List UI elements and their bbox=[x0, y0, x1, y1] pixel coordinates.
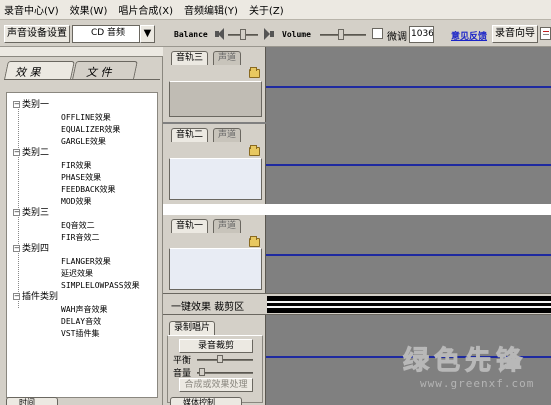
record-panel: 录制唱片 录音裁剪 平衡 音量 合成或效果处理 bbox=[163, 315, 266, 405]
menu-record-center[interactable]: 录音中心(V) bbox=[4, 2, 59, 17]
tree-item[interactable]: EQ音效二 bbox=[61, 220, 95, 231]
balance-label-bottom: 平衡 bbox=[173, 356, 192, 366]
balance-label: Balance bbox=[174, 30, 208, 39]
menu-bar: 录音中心(V) 效果(W) 唱片合成(X) 音频编辑(Y) 关于(Z) bbox=[0, 0, 551, 20]
folder-icon[interactable] bbox=[249, 236, 260, 247]
watermark-url: www.greenxf.com bbox=[420, 377, 535, 390]
track-2-channel-tab[interactable]: 声道 bbox=[213, 128, 242, 142]
track-3-waveform bbox=[266, 86, 551, 88]
track-2-waveform bbox=[266, 164, 551, 166]
dropdown-arrow-icon[interactable]: ▼ bbox=[140, 25, 155, 43]
tree-item[interactable]: SIMPLELOWPASS效果 bbox=[61, 280, 140, 291]
track-2-header: 音轨二 声道 bbox=[163, 124, 266, 204]
tab-media-control[interactable]: 媒体控制 bbox=[170, 397, 242, 405]
effects-tree: − 类别一 OFFLINE效果 EQUALIZER效果 GARGLE效果 − 类别二… bbox=[6, 92, 158, 398]
sound-device-settings-button[interactable]: 声音设备设置 bbox=[4, 25, 70, 43]
record-cut-button[interactable]: 录音裁剪 bbox=[179, 339, 253, 353]
balance-slider-thumb[interactable] bbox=[240, 29, 246, 40]
tree-item[interactable]: FLANGER效果 bbox=[61, 256, 111, 267]
tree-group-4[interactable]: − 类别四 bbox=[13, 244, 49, 255]
tree-item[interactable]: GARGLE效果 bbox=[61, 136, 106, 147]
tree-item[interactable]: EQUALIZER效果 bbox=[61, 124, 120, 135]
menu-about[interactable]: 关于(Z) bbox=[249, 2, 284, 17]
speaker-right-icon bbox=[264, 28, 274, 40]
bottom-volume-slider[interactable] bbox=[197, 372, 253, 374]
speaker-left-icon bbox=[215, 28, 225, 40]
tree-item[interactable]: MOD效果 bbox=[61, 196, 91, 207]
menu-audio-edit[interactable]: 音频编辑(Y) bbox=[184, 2, 238, 17]
bottom-balance-slider[interactable] bbox=[197, 359, 253, 361]
bottom-balance-thumb[interactable] bbox=[217, 355, 223, 363]
tab-files-label: 文 件 bbox=[86, 66, 112, 79]
track-3-tab[interactable]: 音轨三 bbox=[171, 51, 209, 65]
effects-bar: 一键效果 裁剪区 bbox=[163, 293, 551, 315]
tab-effects-label: 效 果 bbox=[15, 66, 41, 79]
tree-item[interactable]: 延迟效果 bbox=[61, 268, 93, 279]
trim-region[interactable] bbox=[267, 296, 551, 313]
fine-tune-checkbox[interactable] bbox=[372, 28, 383, 39]
tree-group-2[interactable]: − 类别二 bbox=[13, 148, 49, 159]
tree-item[interactable]: PHASE效果 bbox=[61, 172, 101, 183]
tree-item[interactable]: VST插件集 bbox=[61, 328, 99, 339]
track-1-display bbox=[169, 248, 262, 290]
volume-label: Volume bbox=[282, 30, 311, 39]
tree-item[interactable]: DELAY音效 bbox=[61, 316, 101, 327]
feedback-link[interactable]: 意见反馈 bbox=[451, 29, 487, 42]
track-divider bbox=[163, 204, 551, 215]
tree-group-5[interactable]: − 插件类别 bbox=[13, 292, 58, 303]
tree-item[interactable]: FIR效果 bbox=[61, 160, 91, 171]
effects-bar-label: 一键效果 裁剪区 bbox=[171, 302, 245, 313]
tree-group-1[interactable]: − 类别一 bbox=[13, 100, 49, 111]
menu-disc-compose[interactable]: 唱片合成(X) bbox=[118, 2, 173, 17]
bottom-volume-thumb[interactable] bbox=[199, 368, 205, 376]
tree-group-3[interactable]: − 类别三 bbox=[13, 208, 49, 219]
tree-item[interactable]: OFFLINE效果 bbox=[61, 112, 111, 123]
track-1-header: 音轨一 声道 bbox=[163, 215, 266, 293]
track-1-channel-tab[interactable]: 声道 bbox=[213, 219, 242, 233]
track-1-waveform bbox=[266, 254, 551, 256]
record-wizard-button[interactable]: 录音向导 bbox=[492, 25, 538, 43]
track-1-tab[interactable]: 音轨一 bbox=[171, 219, 209, 233]
tree-item[interactable]: FIR音效二 bbox=[61, 232, 99, 243]
fine-tune-value-field[interactable]: 1036 bbox=[409, 26, 434, 43]
folder-icon[interactable] bbox=[249, 145, 260, 156]
track-3-display bbox=[169, 81, 262, 117]
toolbar: 声音设备设置 CD 音频 ▼ Balance Volume 微调 1036 意见… bbox=[0, 22, 551, 47]
watermark-title: 绿色先锋 bbox=[402, 346, 528, 377]
left-panel: 效 果 文 件 − 类别一 OFFLINE效果 EQUALIZER效果 GARGL… bbox=[0, 47, 163, 405]
device-select[interactable]: CD 音频 bbox=[72, 25, 140, 43]
tree-item[interactable]: FEEDBACK效果 bbox=[61, 184, 116, 195]
folder-icon[interactable] bbox=[249, 67, 260, 78]
track-3-header: 音轨三 声道 bbox=[163, 47, 266, 122]
tree-item[interactable]: WAH声音效果 bbox=[61, 304, 107, 315]
tab-time[interactable]: 时间 bbox=[6, 397, 58, 405]
compose-effects-button[interactable]: 合成或效果处理 bbox=[179, 378, 253, 392]
tab-divider bbox=[4, 79, 160, 80]
volume-slider-thumb[interactable] bbox=[338, 29, 344, 40]
tree-line bbox=[18, 104, 19, 308]
menu-effects[interactable]: 效果(W) bbox=[70, 2, 108, 17]
track-3-channel-tab[interactable]: 声道 bbox=[213, 51, 242, 65]
document-icon[interactable] bbox=[540, 27, 551, 40]
panel-header bbox=[0, 47, 163, 57]
track-2-tab[interactable]: 音轨二 bbox=[171, 128, 209, 142]
fine-tune-label: 微调 bbox=[387, 32, 407, 43]
track-2-display bbox=[169, 158, 262, 200]
record-disc-tab[interactable]: 录制唱片 bbox=[169, 321, 216, 335]
